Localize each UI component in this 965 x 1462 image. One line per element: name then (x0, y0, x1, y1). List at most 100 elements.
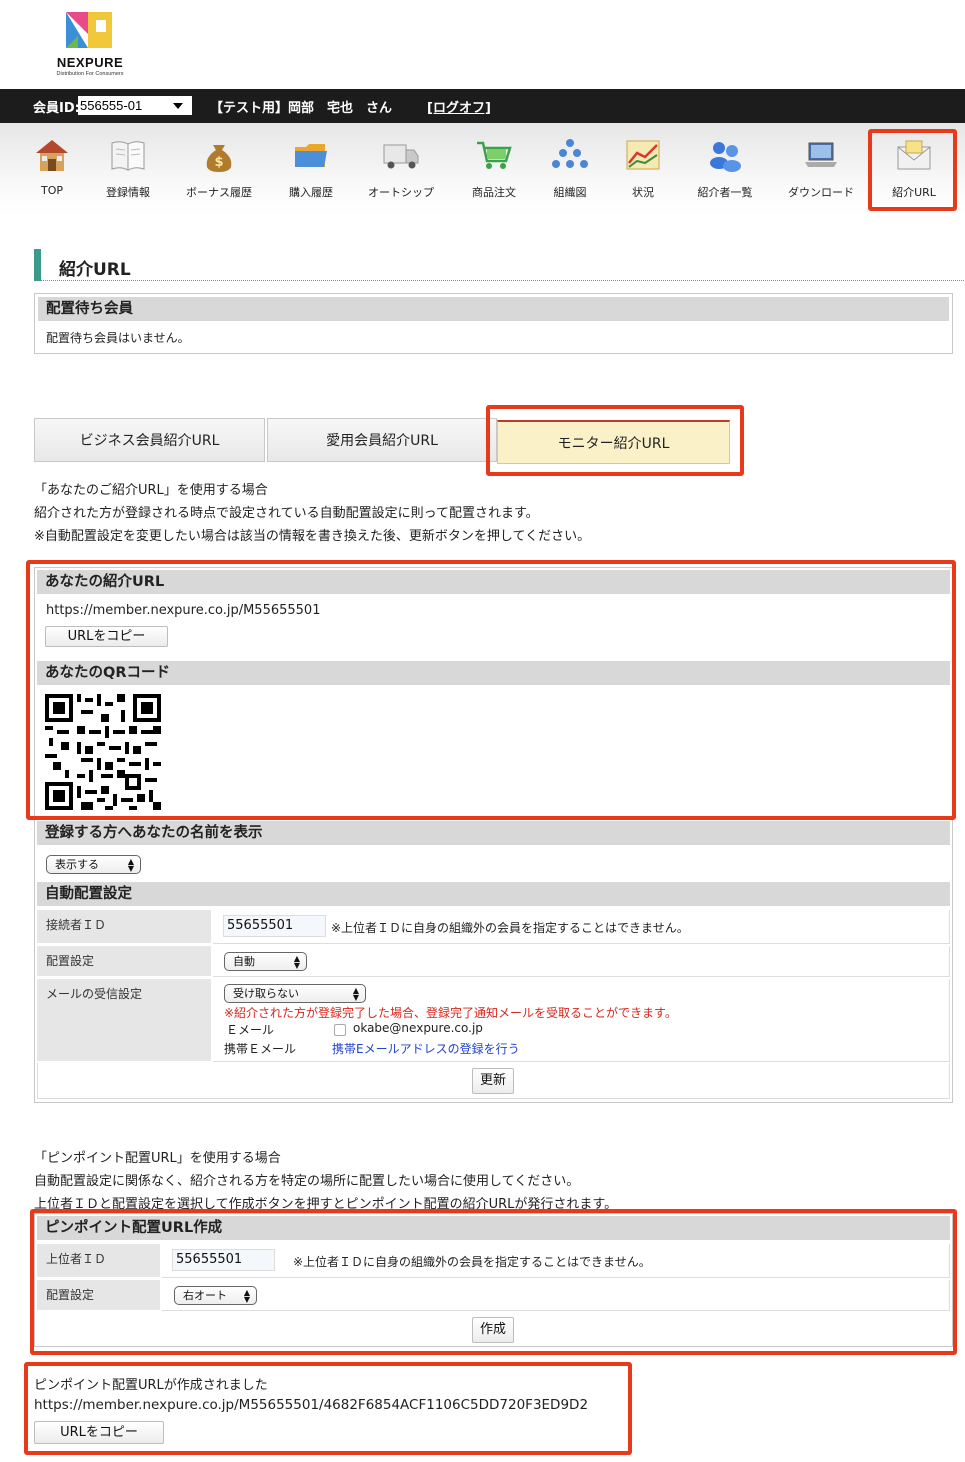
nav-label: 紹介URL (892, 186, 936, 199)
chart-icon (626, 140, 660, 170)
chevron-down-icon (173, 103, 183, 109)
mail-setting-note: ※紹介された方が登録完了した場合、登録完了通知メールを受取ることができます。 (224, 1006, 677, 1020)
svg-text:$: $ (214, 155, 223, 170)
book-icon (111, 141, 145, 171)
nav-top[interactable]: TOP (32, 135, 72, 197)
pinpoint-placement-select[interactable]: 右オート ▲ ▼ (174, 1286, 257, 1305)
copy-url-button[interactable]: URLをコピー (45, 626, 168, 647)
nav-label: 紹介者一覧 (697, 186, 753, 199)
display-name-select[interactable]: 表示する ▲ ▼ (46, 855, 141, 874)
title-accent-bar (34, 249, 41, 281)
email-checkbox[interactable] (334, 1024, 346, 1036)
updown-icon: ▲ ▼ (243, 1288, 250, 1304)
display-name-select-value: 表示する (55, 858, 99, 871)
member-id-select[interactable]: 556555-01 (78, 96, 192, 115)
user-name: 【テスト用】岡部 宅也 さん (210, 101, 393, 116)
logo-text: NEXPURE (56, 55, 124, 70)
pinpoint-upper-id-note: ※上位者ＩＤに自身の組織外の会員を指定することはできません。 (293, 1255, 651, 1269)
nav-purchase-history[interactable]: 購入履歴 (282, 135, 340, 200)
updown-icon: ▲ ▼ (352, 986, 359, 1002)
nav-registration[interactable]: 登録情報 (100, 135, 156, 200)
pinpoint-upper-id-input[interactable]: 55655501 (172, 1249, 275, 1271)
waiting-members-heading: 配置待ち会員 (38, 297, 949, 321)
logo-tagline: Distribution For Consumers (56, 71, 124, 77)
nav-label: 登録情報 (106, 186, 150, 199)
page-title-block: 紹介URL (34, 249, 965, 281)
member-id-value: 556555-01 (80, 98, 143, 113)
folder-icon (295, 144, 327, 167)
nav-bonus-history[interactable]: $ ボーナス履歴 (183, 135, 255, 200)
waiting-members-message: 配置待ち会員はいません。 (46, 331, 190, 345)
pinpoint-heading: ピンポイント配置URL作成 (37, 1216, 950, 1240)
nav-label: 状況 (632, 186, 654, 199)
envelope-icon (897, 140, 931, 170)
placement-label: 配置設定 (37, 946, 211, 976)
nav-product-order[interactable]: 商品注文 (466, 135, 522, 200)
house-icon (36, 140, 68, 171)
tab-business-url[interactable]: ビジネス会員紹介URL (34, 418, 265, 462)
org-chart-icon (552, 139, 588, 168)
tab-monitor-url[interactable]: モニター紹介URL (497, 420, 730, 464)
pinpoint-placement-select-value: 右オート (183, 1289, 227, 1302)
nav-status[interactable]: 状況 (622, 135, 664, 200)
laptop-icon (805, 142, 837, 167)
updown-icon: ▲ ▼ (127, 857, 134, 873)
create-button[interactable]: 作成 (472, 1317, 514, 1343)
updown-icon: ▲ ▼ (293, 954, 300, 970)
pinpoint-intro-line-3: 上位者ＩＤと配置設定を選択して作成ボタンを押すとピンポイント配置の紹介URLが発… (34, 1197, 618, 1212)
pinpoint-upper-id-label: 上位者ＩＤ (37, 1244, 160, 1277)
nav-autoship[interactable]: オートシップ (364, 135, 438, 200)
nav-label: ボーナス履歴 (186, 186, 252, 199)
member-id-label: 会員ID: (33, 101, 80, 116)
mail-setting-label: メールの受信設定 (37, 979, 211, 1061)
intro-line-2: 紹介された方が登録される時点で設定されている自動配置設定に則って配置されます。 (34, 506, 539, 521)
nav-referral-list[interactable]: 紹介者一覧 (692, 135, 758, 200)
pinpoint-intro-line-2: 自動配置設定に関係なく、紹介される方を特定の場所に配置したい場合に使用してくださ… (34, 1174, 580, 1189)
waiting-members-box: 配置待ち会員 配置待ち会員はいません。 (34, 293, 953, 354)
email-label: Ｅメール (226, 1023, 275, 1037)
nav-label: ダウンロード (788, 186, 854, 199)
nav-label: 組織図 (553, 186, 587, 199)
truck-icon (383, 144, 419, 169)
mobile-email-register-link[interactable]: 携帯Eメールアドレスの登録を行う (332, 1040, 520, 1057)
placement-select-value: 自動 (233, 955, 255, 968)
main-nav: TOP 登録情報 $ ボーナス履歴 購入履歴 オートシップ 商品注文 組織図 状… (0, 123, 965, 215)
intro-line-1: 「あなたのご紹介URL」を使用する場合 (34, 483, 268, 498)
member-bar: 会員ID: 556555-01 【テスト用】岡部 宅也 さん [ログオフ] (0, 89, 965, 123)
connector-id-note: ※上位者ＩＤに自身の組織外の会員を指定することはできません。 (331, 921, 689, 935)
page-title: 紹介URL (59, 260, 131, 280)
nav-label: オートシップ (368, 186, 434, 199)
mobile-email-label: 携帯Ｅメール (224, 1042, 297, 1056)
nav-download[interactable]: ダウンロード (784, 135, 858, 200)
qr-heading: あなたのQRコード (37, 661, 950, 685)
qr-code-image (45, 694, 161, 810)
email-value: okabe@nexpure.co.jp (353, 1021, 483, 1035)
nav-referral-url[interactable]: 紹介URL (886, 135, 942, 200)
result-message: ピンポイント配置URLが作成されました (34, 1378, 268, 1393)
cart-icon (477, 141, 512, 169)
pinpoint-placement-label: 配置設定 (37, 1280, 160, 1310)
tab-favorite-url[interactable]: 愛用会員紹介URL (267, 418, 497, 462)
display-name-heading: 登録する方へあなたの名前を表示 (37, 821, 950, 845)
auto-placement-heading: 自動配置設定 (37, 882, 950, 906)
money-bag-icon: $ (206, 145, 232, 172)
mail-setting-select-value: 受け取らない (233, 987, 299, 1000)
nav-label: 購入履歴 (289, 186, 333, 199)
your-url-heading: あなたの紹介URL (37, 570, 950, 594)
your-url-value[interactable]: https://member.nexpure.co.jp/M55655501 (46, 603, 320, 618)
connector-id-label: 接続者ＩＤ (37, 910, 211, 943)
people-icon (710, 142, 741, 172)
pinpoint-intro-line-1: 「ピンポイント配置URL」を使用する場合 (34, 1151, 281, 1166)
logoff-link[interactable]: [ログオフ] (427, 97, 491, 116)
mail-setting-select[interactable]: 受け取らない ▲ ▼ (224, 984, 366, 1003)
result-url[interactable]: https://member.nexpure.co.jp/M55655501/4… (34, 1397, 588, 1413)
result-copy-url-button[interactable]: URLをコピー (34, 1421, 164, 1444)
connector-id-input[interactable]: 55655501 (223, 915, 326, 937)
update-button[interactable]: 更新 (472, 1068, 514, 1094)
nav-org-chart[interactable]: 組織図 (548, 135, 592, 200)
placement-row (213, 946, 950, 977)
pinpoint-placement-row (162, 1280, 950, 1311)
placement-select[interactable]: 自動 ▲ ▼ (224, 952, 307, 971)
nav-label: 商品注文 (472, 186, 516, 199)
intro-line-3: ※自動配置設定を変更したい場合は該当の情報を書き換えた後、更新ボタンを押してくだ… (34, 529, 591, 544)
